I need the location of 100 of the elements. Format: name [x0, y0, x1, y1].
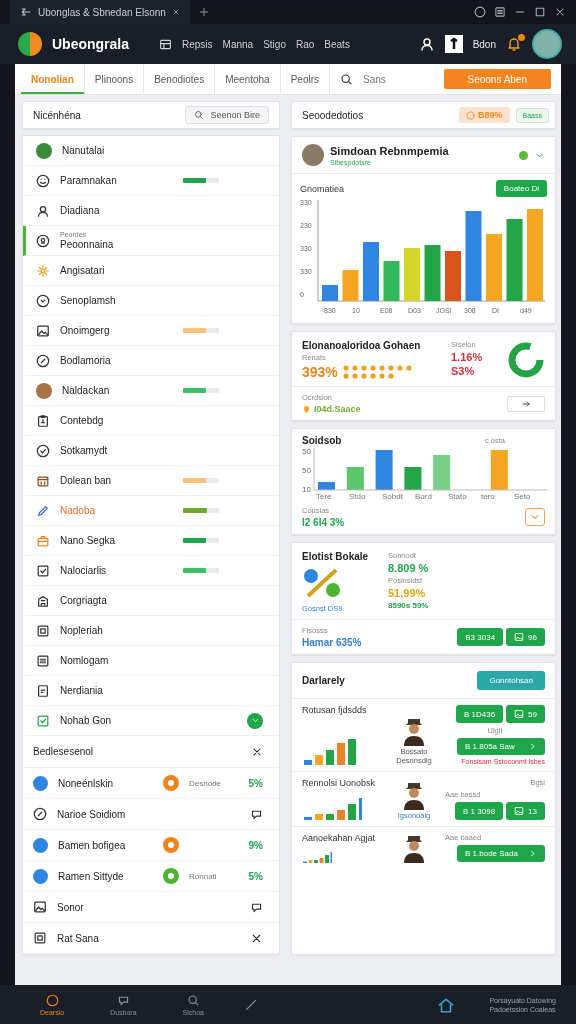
list-item[interactable]: Nomlogam	[23, 646, 279, 676]
panel-title: Nicénhéna	[33, 109, 81, 121]
image-icon	[514, 709, 525, 719]
list-item[interactable]: Dolean ban	[23, 466, 279, 496]
item-label: Contebdg	[60, 415, 105, 426]
percent-value: 5%	[247, 870, 263, 882]
search-icon[interactable]	[340, 72, 354, 86]
close-icon[interactable]	[554, 6, 566, 18]
chart-bar	[363, 242, 379, 301]
chart-bar	[404, 248, 420, 301]
nav-link[interactable]: Repsis	[182, 38, 213, 50]
item-label: Paramnakan	[60, 175, 118, 186]
list-item[interactable]: Rat Sana	[23, 923, 279, 954]
chart-bar	[404, 467, 422, 490]
list-item[interactable]: Bamen bofigea 9%	[23, 830, 279, 861]
item-label: Ramen Sittyde	[58, 870, 125, 882]
list-item[interactable]: Sotkamydt	[23, 436, 279, 466]
footer-value: I2 6I4 3%	[302, 517, 345, 528]
avatar-icon[interactable]	[532, 29, 562, 59]
list-item[interactable]: Nohab Gon	[23, 706, 279, 736]
chart-bar	[445, 251, 461, 301]
nav-link[interactable]: Beats	[324, 38, 350, 50]
item-label: Nohab Gon	[60, 715, 113, 726]
tab[interactable]: Plinoons	[84, 64, 145, 94]
bell-icon[interactable]	[506, 36, 522, 52]
list-item[interactable]: Paramnakan	[23, 166, 279, 196]
list-item[interactable]: Sonor	[23, 892, 279, 923]
item-label: Nalociarlis	[60, 565, 108, 576]
metric-value: 8590s 59%	[388, 601, 429, 610]
axis-label: 50	[302, 466, 311, 475]
tab[interactable]: Meentoha	[215, 64, 281, 94]
list-item[interactable]: Contebdg	[23, 406, 279, 436]
list-item[interactable]: Nerdiania	[23, 676, 279, 706]
list-item[interactable]: Onoimgerg	[23, 316, 279, 346]
tab[interactable]: Peolrs	[280, 64, 331, 94]
chart-bar	[348, 804, 356, 820]
chart-bar	[304, 760, 312, 765]
nav-link[interactable]: Rao	[295, 38, 315, 50]
chart-bar	[424, 245, 441, 301]
target-icon	[466, 110, 475, 120]
axis-label: Sobdt	[382, 492, 403, 500]
percent-value: 9%	[247, 839, 263, 851]
search-button[interactable]: Seenon Bire	[185, 106, 269, 124]
user-name[interactable]: Bdon	[472, 38, 496, 50]
item-label: Nadoba	[60, 505, 97, 516]
grid-icon[interactable]	[159, 37, 172, 51]
list-item[interactable]: Noneénlskin Desnode 5%	[23, 768, 279, 799]
nav-link[interactable]: Manna	[222, 38, 254, 50]
image-icon	[514, 632, 525, 642]
pen-icon[interactable]	[244, 997, 258, 1012]
row-title: Rotusan fjdsdds	[302, 705, 368, 715]
search-icon	[194, 110, 205, 120]
nav-link[interactable]: Stigo	[263, 38, 286, 50]
close-icon[interactable]	[171, 8, 180, 16]
row-title: Rennolsi Uonobsk	[302, 778, 377, 788]
list-item[interactable]: Bodlamoria	[23, 346, 279, 376]
item-label: Naldackan	[62, 385, 111, 396]
key-icon[interactable]	[444, 35, 463, 53]
metric-value: 51.99%	[388, 587, 427, 599]
item-label: Corgriagta	[60, 595, 108, 606]
percent-sign-drawing	[302, 566, 342, 600]
chart-bar	[337, 810, 345, 820]
checkbox-icon	[36, 563, 50, 578]
list-item[interactable]: Nalociarlis	[23, 556, 279, 586]
tab[interactable]: Benodiotes	[144, 64, 216, 94]
smiley-icon	[36, 173, 50, 188]
building-icon	[36, 593, 50, 608]
maximize-icon[interactable]	[534, 6, 546, 18]
list-item[interactable]: Corgriagta	[23, 586, 279, 616]
axis-label: Stato	[448, 492, 467, 500]
status-icon	[33, 775, 48, 791]
footer-value: Hamar 635%	[302, 637, 362, 648]
circle-icon[interactable]	[474, 6, 486, 18]
list-item[interactable]: Nopleriah	[23, 616, 279, 646]
donut-chart-drawing	[507, 341, 545, 379]
list-item[interactable]: Narioe Soidiom	[23, 799, 279, 830]
arrow-icon	[521, 398, 531, 409]
list-item[interactable]: Senoplamsh	[23, 286, 279, 316]
item-label: Noneénlskin	[58, 777, 115, 789]
axis-label: 50	[302, 447, 311, 456]
item-label: Nomlogam	[60, 655, 110, 666]
item-label: Bodlamoria	[60, 355, 112, 366]
checkbox-icon	[36, 713, 50, 728]
user-icon[interactable]	[418, 36, 435, 52]
chart-bar	[322, 285, 338, 301]
list-item[interactable]: Nanutalai	[23, 136, 279, 166]
avatar-icon	[302, 144, 324, 166]
list-item[interactable]: Nano Segka	[23, 526, 279, 556]
list-item[interactable]: Ramen Sittyde Ronnati 5%	[23, 861, 279, 892]
new-tab-icon[interactable]	[197, 6, 210, 18]
back-icon[interactable]	[20, 6, 32, 18]
axis-label: Tere	[316, 492, 332, 500]
row-title: Aanoekahan Agjat	[302, 833, 377, 843]
chart-bar	[346, 467, 364, 490]
list-item[interactable]: Diadiana	[23, 196, 279, 226]
menu-icon[interactable]	[494, 6, 506, 18]
chart-bar	[315, 755, 323, 765]
list-item[interactable]: Angisatari	[23, 256, 279, 286]
list-item[interactable]: Naldackan	[23, 376, 279, 406]
image-icon	[33, 900, 47, 914]
